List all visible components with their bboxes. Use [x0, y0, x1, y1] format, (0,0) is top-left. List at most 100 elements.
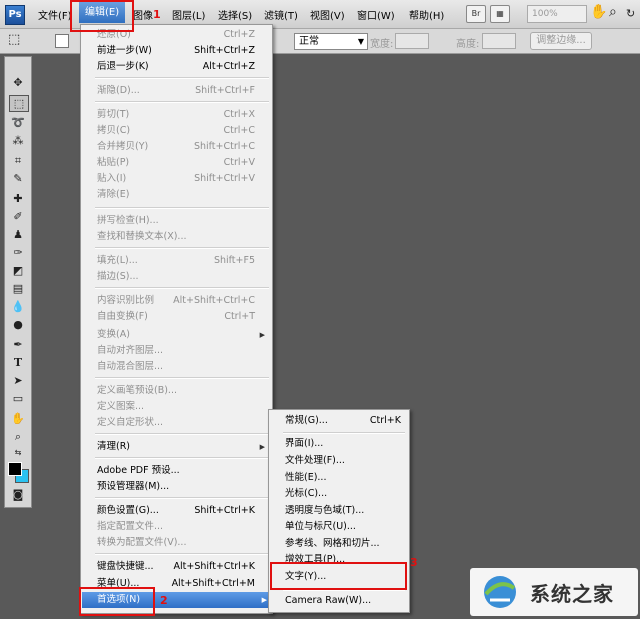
menu-image[interactable]: 图像	[133, 7, 153, 22]
chevron-down-icon: ▼	[357, 37, 364, 46]
quick-mask-icon[interactable]: ◙	[9, 487, 27, 502]
menu-item-fill[interactable]: 填充(L)... Shift+F5	[97, 253, 267, 269]
menu-item-copy-merged[interactable]: 合并拷贝(Y) Shift+Ctrl+C	[97, 139, 267, 155]
menu-item-auto-blend-layers[interactable]: 自动混合图层...	[97, 359, 267, 375]
menu-item-cut[interactable]: 剪切(T) Ctrl+X	[97, 107, 267, 123]
annotation-number-2: 2	[160, 594, 168, 607]
menu-item-step-forward[interactable]: 前进一步(W) Shift+Ctrl+Z	[97, 43, 267, 59]
menu-item-label: 变换(A)	[97, 329, 130, 340]
menu-item-transform[interactable]: 变换(A) ▶	[97, 327, 267, 343]
submenu-item-guides-grid[interactable]: 参考线、网格和切片...	[285, 536, 405, 552]
menu-item-label: 渐隐(D)...	[97, 85, 140, 96]
menu-item-convert-profile[interactable]: 转换为配置文件(V)...	[97, 535, 267, 551]
shape-tool-icon[interactable]: ▭	[9, 391, 27, 406]
shortcut: Ctrl+X	[223, 109, 255, 120]
marquee-preset-icon[interactable]: ⬚	[8, 32, 20, 47]
menu-separator	[95, 457, 269, 459]
menu-item-define-shape[interactable]: 定义自定形状...	[97, 415, 267, 431]
menu-item-paste[interactable]: 粘贴(P) Ctrl+V	[97, 155, 267, 171]
width-field[interactable]	[395, 33, 429, 49]
style-select[interactable]: 正常 ▼	[294, 33, 368, 50]
type-tool-icon[interactable]: T	[9, 355, 27, 370]
photoshop-logo: Ps	[5, 5, 25, 25]
menu-view[interactable]: 视图(V)	[310, 7, 345, 22]
history-brush-tool-icon[interactable]: ✑	[9, 245, 27, 260]
menu-item-fade[interactable]: 渐隐(D)... Shift+Ctrl+F	[97, 83, 267, 99]
submenu-item-units-rulers[interactable]: 单位与标尺(U)...	[285, 519, 405, 535]
menu-item-find-replace[interactable]: 查找和替换文本(X)...	[97, 229, 267, 245]
tools-panel: ✥ ⬚ ➰ ⁂ ⌗ ✎ ✚ ✐ ♟ ✑ ◩ ▤ 💧 ● ✒ T ➤ ▭ ✋ ⌕ …	[4, 56, 32, 508]
menu-item-label: 描边(S)...	[97, 271, 139, 282]
refine-edge-button[interactable]: 调整边缘...	[530, 32, 592, 50]
menu-item-auto-align-layers[interactable]: 自动对齐图层...	[97, 343, 267, 359]
clone-stamp-tool-icon[interactable]: ♟	[9, 227, 27, 242]
new-selection-icon[interactable]	[55, 34, 69, 48]
menu-item-define-pattern[interactable]: 定义图案...	[97, 399, 267, 415]
submenu-item-performance[interactable]: 性能(E)...	[285, 470, 405, 486]
menu-help[interactable]: 帮助(H)	[409, 7, 444, 22]
menu-item-stroke[interactable]: 描边(S)...	[97, 269, 267, 285]
menu-separator	[95, 77, 269, 79]
menu-item-label: Camera Raw(W)...	[285, 595, 372, 606]
foreground-color-swatch[interactable]	[8, 462, 22, 476]
menu-file[interactable]: 文件(F)	[38, 7, 72, 22]
shortcut: Ctrl+T	[224, 311, 255, 322]
menu-item-label: 界面(I)...	[285, 438, 324, 449]
view-extras-icon[interactable]: ▦	[490, 5, 510, 23]
magic-wand-tool-icon[interactable]: ⁂	[9, 133, 27, 148]
menu-item-clear[interactable]: 清除(E)	[97, 187, 267, 203]
menu-item-step-backward[interactable]: 后退一步(K) Alt+Ctrl+Z	[97, 59, 267, 75]
shortcut: Shift+Ctrl+Z	[194, 45, 255, 56]
path-selection-tool-icon[interactable]: ➤	[9, 373, 27, 388]
zoom-level[interactable]: 100%	[527, 5, 587, 23]
menu-item-label: 剪切(T)	[97, 109, 130, 120]
shortcut: Shift+Ctrl+F	[195, 85, 255, 96]
zoom-tool-icon[interactable]: ⌕	[9, 429, 27, 444]
menu-item-pdf-presets[interactable]: Adobe PDF 预设...	[97, 463, 267, 479]
menu-item-assign-profile[interactable]: 指定配置文件...	[97, 519, 267, 535]
menu-item-keyboard-shortcuts[interactable]: 键盘快捷键... Alt+Shift+Ctrl+K	[97, 559, 267, 575]
submenu-item-general[interactable]: 常规(G)... Ctrl+K	[285, 413, 405, 429]
dodge-tool-icon[interactable]: ●	[9, 317, 27, 332]
menu-item-content-aware-scale[interactable]: 内容识别比例 Alt+Shift+Ctrl+C	[97, 293, 267, 309]
menu-select[interactable]: 选择(S)	[218, 7, 252, 22]
menu-item-preset-manager[interactable]: 预设管理器(M)...	[97, 479, 267, 495]
pen-tool-icon[interactable]: ✒	[9, 337, 27, 352]
menu-item-spell-check[interactable]: 拼写检查(H)...	[97, 213, 267, 229]
hand-tool-icon[interactable]: ✋	[9, 411, 27, 426]
crop-tool-icon[interactable]: ⌗	[9, 153, 27, 168]
submenu-item-file-handling[interactable]: 文件处理(F)...	[285, 453, 405, 469]
submenu-item-camera-raw[interactable]: Camera Raw(W)...	[285, 593, 405, 609]
blur-tool-icon[interactable]: 💧	[9, 299, 27, 314]
submenu-item-transparency[interactable]: 透明度与色域(T)...	[285, 503, 405, 519]
hand-icon[interactable]: ✋	[590, 4, 607, 20]
brush-tool-icon[interactable]: ✐	[9, 209, 27, 224]
menu-window[interactable]: 窗口(W)	[357, 7, 395, 22]
lasso-tool-icon[interactable]: ➰	[9, 115, 27, 130]
height-field[interactable]	[482, 33, 516, 49]
gradient-tool-icon[interactable]: ▤	[9, 281, 27, 296]
shortcut: Alt+Ctrl+Z	[202, 61, 255, 72]
eyedropper-tool-icon[interactable]: ✎	[9, 171, 27, 186]
menu-item-copy[interactable]: 拷贝(C) Ctrl+C	[97, 123, 267, 139]
menu-item-color-settings[interactable]: 颜色设置(G)... Shift+Ctrl+K	[97, 503, 267, 519]
menu-filter[interactable]: 滤镜(T)	[264, 7, 298, 22]
rotate-view-icon[interactable]: ↻	[626, 7, 635, 20]
eraser-tool-icon[interactable]: ◩	[9, 263, 27, 278]
menu-item-purge[interactable]: 清理(R) ▶	[97, 439, 267, 455]
menu-layer[interactable]: 图层(L)	[172, 7, 205, 22]
swap-colors-icon[interactable]: ⇆	[9, 445, 27, 460]
move-tool-icon[interactable]: ✥	[9, 75, 27, 90]
rect-marquee-tool-icon[interactable]: ⬚	[9, 95, 29, 112]
healing-brush-tool-icon[interactable]: ✚	[9, 191, 27, 206]
menu-item-paste-into[interactable]: 贴入(I) Shift+Ctrl+V	[97, 171, 267, 187]
menu-item-free-transform[interactable]: 自由变换(F) Ctrl+T	[97, 309, 267, 325]
menu-item-label: 键盘快捷键...	[97, 561, 154, 572]
zoom-icon[interactable]: ⌕	[609, 4, 617, 20]
menu-separator	[95, 101, 269, 103]
shortcut: Ctrl+K	[369, 415, 401, 426]
menu-item-define-brush[interactable]: 定义画笔预设(B)...	[97, 383, 267, 399]
submenu-item-cursors[interactable]: 光标(C)...	[285, 486, 405, 502]
bridge-icon[interactable]: Br	[466, 5, 486, 23]
submenu-item-interface[interactable]: 界面(I)...	[285, 436, 405, 452]
